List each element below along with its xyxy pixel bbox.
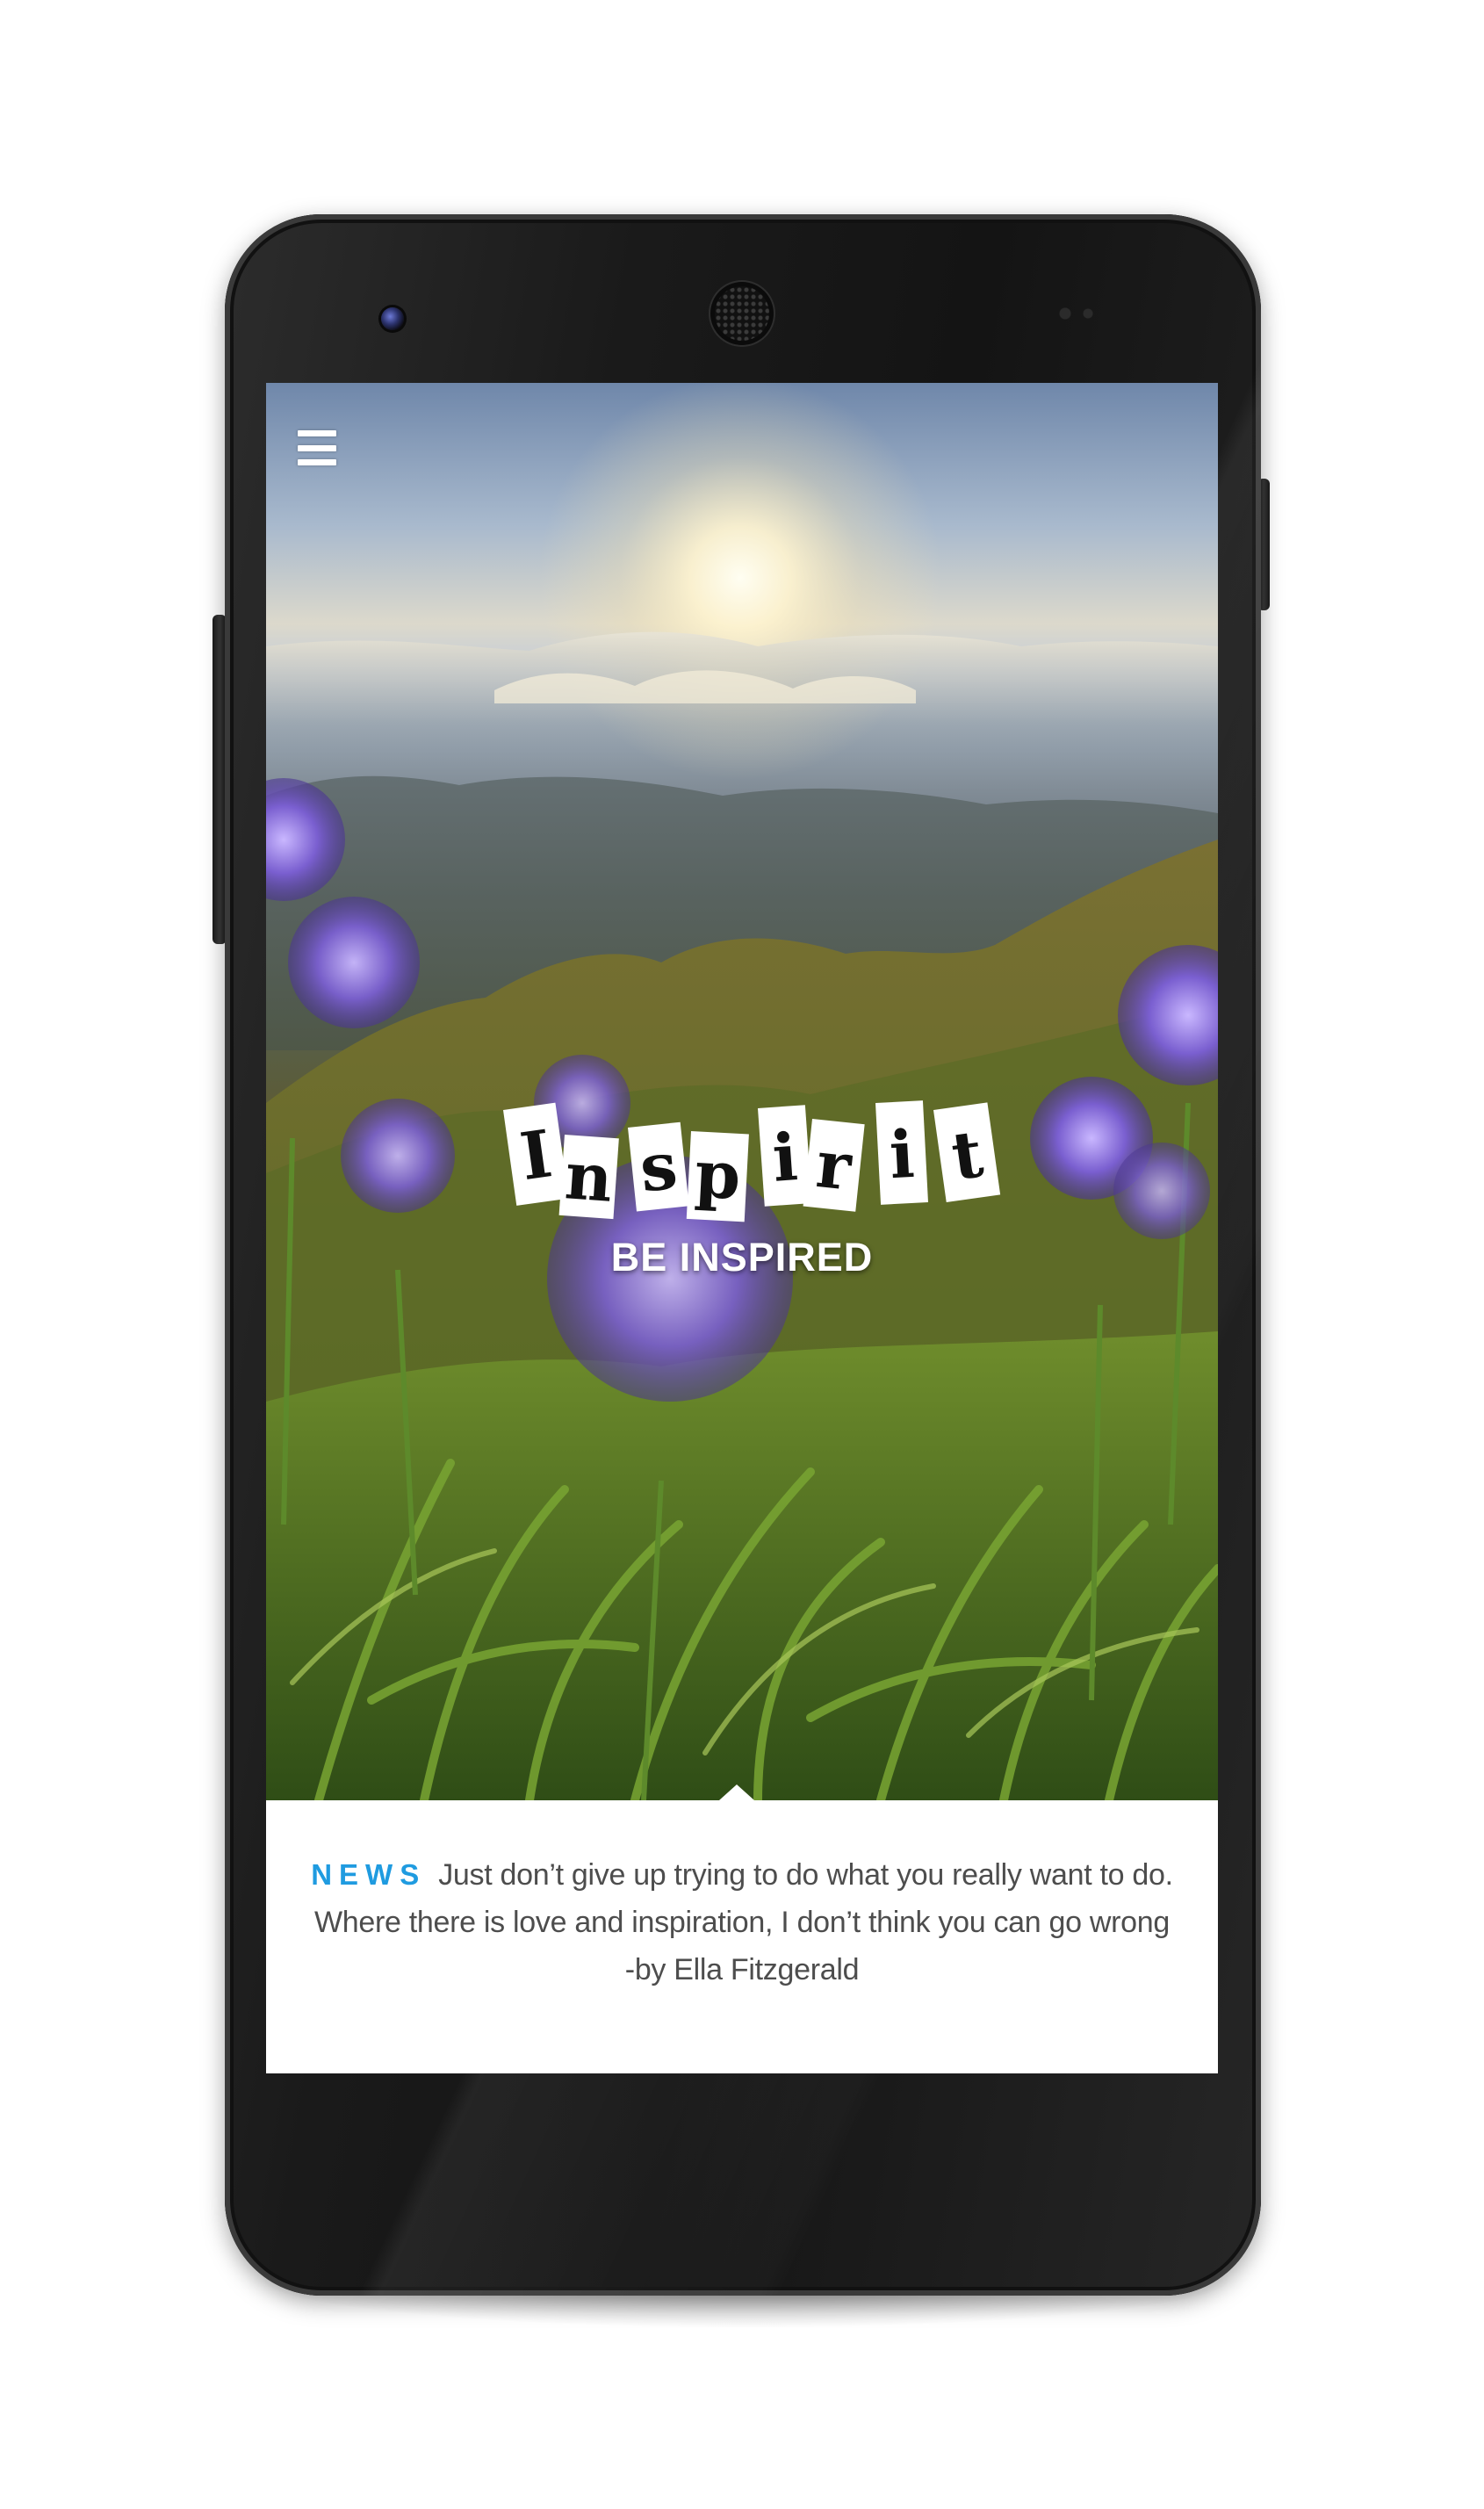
news-pointer-caret <box>719 1784 754 1800</box>
logo-letter: p <box>693 1136 742 1215</box>
hamburger-menu-icon[interactable] <box>292 427 342 469</box>
app-screen: I n s p i r i t BE INSPIRED NEWS Just don… <box>266 383 1218 2073</box>
news-label: NEWS <box>311 1858 427 1891</box>
hero-landscape <box>266 383 1218 1800</box>
news-quote-text: Just don’t give up trying to do what you… <box>313 1858 1173 1986</box>
logo-letter: s <box>637 1128 681 1208</box>
logo-letter: n <box>563 1138 616 1217</box>
earpiece-speaker-icon <box>715 286 769 341</box>
menu-bar <box>298 430 336 436</box>
logo-letter: i <box>888 1117 917 1193</box>
app-tagline: BE INSPIRED <box>610 1235 874 1280</box>
hero-image: I n s p i r i t BE INSPIRED <box>266 383 1218 1800</box>
news-panel: NEWS Just don’t give up trying to do what… <box>266 1784 1218 2073</box>
menu-bar <box>298 459 336 465</box>
app-logo: I n s p i r i t <box>503 1100 1001 1222</box>
news-quote[interactable]: NEWS Just don’t give up trying to do what… <box>306 1851 1178 1994</box>
front-camera-icon <box>381 307 404 330</box>
proximity-sensor <box>1059 307 1112 320</box>
menu-bar <box>298 444 336 451</box>
logo-letter: i <box>770 1120 800 1197</box>
